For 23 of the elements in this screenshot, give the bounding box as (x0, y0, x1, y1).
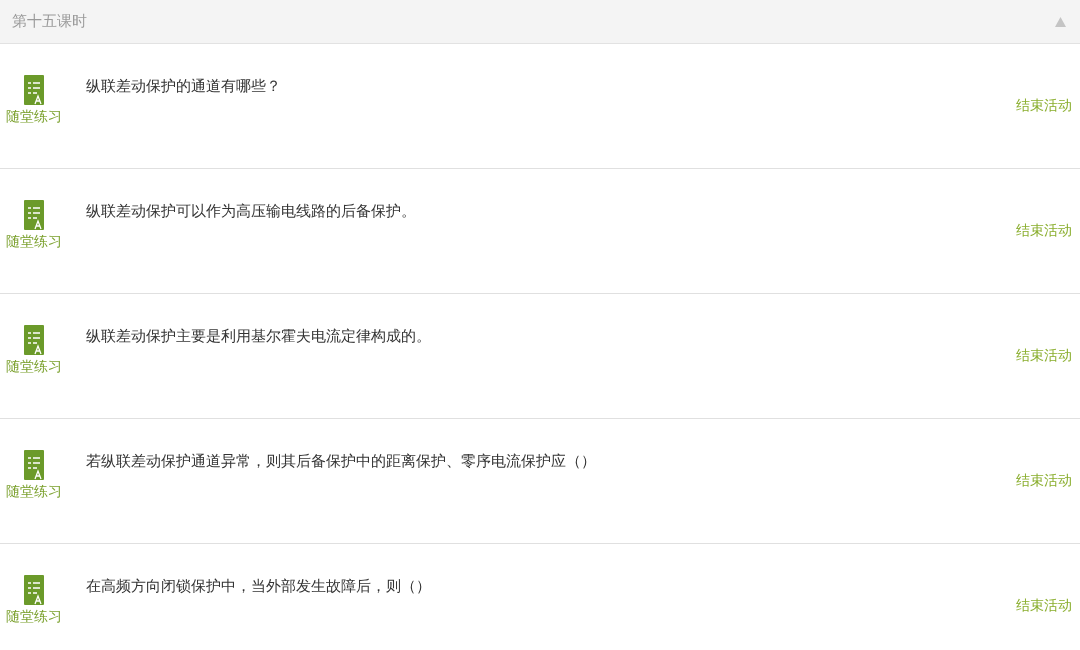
question-text[interactable]: 若纵联差动保护通道异常，则其后备保护中的距离保护、零序电流保护应（） (86, 452, 596, 471)
end-activity-link[interactable]: 结束活动 (1016, 597, 1072, 615)
exercise-icon (24, 575, 44, 605)
exercise-icon (24, 325, 44, 355)
activity-type-label: 随堂练习 (6, 358, 62, 376)
collapse-icon[interactable] (1055, 16, 1066, 27)
exercise-icon (24, 200, 44, 230)
exercise-icon (24, 75, 44, 105)
activity-type-label: 随堂练习 (6, 608, 62, 626)
question-text[interactable]: 纵联差动保护主要是利用基尔霍夫电流定律构成的。 (86, 327, 431, 346)
question-text[interactable]: 在高频方向闭锁保护中，当外部发生故障后，则（） (86, 577, 431, 596)
section-header[interactable]: 第十五课时 (0, 0, 1080, 44)
activity-type-label: 随堂练习 (6, 108, 62, 126)
end-activity-link[interactable]: 结束活动 (1016, 347, 1072, 365)
activity-type-label: 随堂练习 (6, 233, 62, 251)
question-text[interactable]: 纵联差动保护的通道有哪些？ (86, 77, 281, 96)
exercise-icon (24, 450, 44, 480)
question-text[interactable]: 纵联差动保护可以作为高压输电线路的后备保护。 (86, 202, 416, 221)
end-activity-link[interactable]: 结束活动 (1016, 472, 1072, 490)
end-activity-link[interactable]: 结束活动 (1016, 222, 1072, 240)
activity-type-label: 随堂练习 (6, 483, 62, 501)
end-activity-link[interactable]: 结束活动 (1016, 97, 1072, 115)
section-title: 第十五课时 (12, 12, 87, 31)
